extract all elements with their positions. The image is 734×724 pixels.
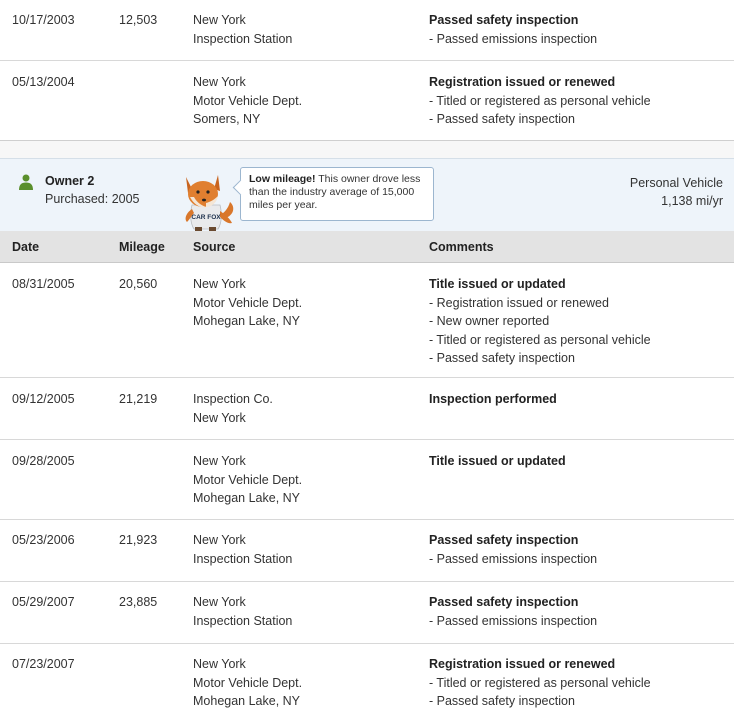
record-comments: Inspection performed bbox=[429, 390, 557, 409]
record-date: 05/23/2006 bbox=[12, 533, 75, 547]
record-date: 05/13/2004 bbox=[12, 75, 75, 89]
comment-item: - Passed safety inspection bbox=[429, 112, 575, 126]
comment-item: - Passed emissions inspection bbox=[429, 551, 598, 566]
record-date: 10/17/2003 bbox=[12, 13, 75, 27]
record-date: 08/31/2005 bbox=[12, 277, 75, 291]
record-mileage: 21,219 bbox=[119, 392, 158, 406]
table-row: 05/29/2007 23,885 New York Inspection St… bbox=[0, 582, 734, 644]
source-line: Motor Vehicle Dept. bbox=[193, 295, 303, 310]
vehicle-type: Personal Vehicle bbox=[629, 176, 723, 190]
record-source: New York Motor Vehicle Dept. Mohegan Lak… bbox=[193, 452, 302, 508]
source-line: New York bbox=[193, 277, 246, 291]
mascot-shirt-text: CAR FOX bbox=[191, 214, 221, 221]
header-source: Source bbox=[193, 240, 236, 254]
section-gap bbox=[0, 141, 734, 158]
table-row: 05/23/2006 21,923 New York Inspection St… bbox=[0, 520, 734, 582]
source-line: New York bbox=[193, 454, 246, 468]
record-comments: Title issued or updated bbox=[429, 452, 566, 471]
table-row: 09/28/2005 New York Motor Vehicle Dept. … bbox=[0, 440, 734, 520]
record-source: New York Inspection Station bbox=[193, 11, 292, 48]
prior-owner-records: 10/17/2003 12,503 New York Inspection St… bbox=[0, 0, 734, 141]
comment-item: - Passed safety inspection bbox=[429, 351, 575, 365]
source-line: Inspection Station bbox=[193, 31, 293, 46]
comment-title: Registration issued or renewed bbox=[429, 657, 616, 671]
record-comments: Title issued or updated - Registration i… bbox=[429, 275, 651, 368]
comment-title: Inspection performed bbox=[429, 392, 557, 406]
table-row: 09/12/2005 21,219 Inspection Co. New Yor… bbox=[0, 378, 734, 440]
comment-title: Registration issued or renewed bbox=[429, 75, 616, 89]
vehicle-usage: Personal Vehicle 1,138 mi/yr bbox=[630, 174, 723, 210]
record-mileage: 20,560 bbox=[119, 277, 158, 291]
table-header: Date Mileage Source Comments bbox=[0, 231, 734, 263]
comment-item: - Passed emissions inspection bbox=[429, 31, 598, 46]
source-line: New York bbox=[193, 410, 246, 425]
source-line: New York bbox=[193, 533, 246, 547]
record-comments: Passed safety inspection - Passed emissi… bbox=[429, 593, 597, 630]
record-mileage: 12,503 bbox=[119, 13, 158, 27]
table-row: 10/17/2003 12,503 New York Inspection St… bbox=[0, 0, 734, 61]
table-row: 08/31/2005 20,560 New York Motor Vehicle… bbox=[0, 263, 734, 378]
record-comments: Passed safety inspection - Passed emissi… bbox=[429, 11, 597, 48]
record-comments: Passed safety inspection - Passed emissi… bbox=[429, 531, 597, 568]
source-line: Motor Vehicle Dept. bbox=[193, 675, 303, 690]
source-line: Inspection Station bbox=[193, 613, 293, 628]
comment-item: - Titled or registered as personal vehic… bbox=[429, 93, 651, 108]
table-row: 05/13/2004 New York Motor Vehicle Dept. … bbox=[0, 61, 734, 140]
source-line: Inspection Station bbox=[193, 551, 293, 566]
record-mileage: 23,885 bbox=[119, 595, 158, 609]
record-source: New York Inspection Station bbox=[193, 531, 292, 568]
carfox-mascot-icon: CAR FOX bbox=[185, 175, 234, 231]
header-date: Date bbox=[12, 240, 40, 254]
source-line: Mohegan Lake, NY bbox=[193, 314, 301, 328]
source-line: New York bbox=[193, 657, 246, 671]
owner-name: Owner 2 bbox=[45, 174, 95, 188]
record-comments: Registration issued or renewed - Titled … bbox=[429, 655, 651, 711]
tooltip-bold-text: Low mileage! bbox=[249, 173, 316, 185]
record-mileage: 21,923 bbox=[119, 533, 158, 547]
comment-item: - Titled or registered as personal vehic… bbox=[429, 332, 651, 347]
source-line: Motor Vehicle Dept. bbox=[193, 472, 303, 487]
record-source: New York Motor Vehicle Dept. Mohegan Lak… bbox=[193, 655, 302, 711]
comment-item: - Titled or registered as personal vehic… bbox=[429, 675, 651, 690]
owner-records-table: 08/31/2005 20,560 New York Motor Vehicle… bbox=[0, 263, 734, 724]
record-source: New York Motor Vehicle Dept. Mohegan Lak… bbox=[193, 275, 302, 331]
header-mileage: Mileage bbox=[119, 240, 165, 254]
header-comments: Comments bbox=[429, 240, 494, 254]
record-date: 09/12/2005 bbox=[12, 392, 75, 406]
comment-item: - Registration issued or renewed bbox=[429, 295, 609, 310]
record-source: New York Inspection Station bbox=[193, 593, 292, 630]
source-line: New York bbox=[193, 13, 246, 27]
comment-item: - Passed emissions inspection bbox=[429, 613, 598, 628]
record-source: New York Motor Vehicle Dept. Somers, NY bbox=[193, 73, 302, 129]
comment-item: - Passed safety inspection bbox=[429, 694, 575, 708]
record-source: Inspection Co. New York bbox=[193, 390, 273, 427]
comment-title: Title issued or updated bbox=[429, 277, 566, 291]
comment-item: - New owner reported bbox=[429, 314, 550, 328]
miles-per-year: 1,138 mi/yr bbox=[661, 194, 723, 208]
source-line: New York bbox=[193, 595, 246, 609]
record-date: 07/23/2007 bbox=[12, 657, 75, 671]
record-comments: Registration issued or renewed - Titled … bbox=[429, 73, 651, 129]
table-row: 07/23/2007 New York Motor Vehicle Dept. … bbox=[0, 644, 734, 724]
record-date: 05/29/2007 bbox=[12, 595, 75, 609]
comment-title: Title issued or updated bbox=[429, 454, 566, 468]
owner-header: Owner 2 Purchased: 2005 CAR FOX Low mile… bbox=[0, 158, 734, 231]
record-date: 09/28/2005 bbox=[12, 454, 75, 468]
person-icon bbox=[19, 174, 33, 190]
source-line: New York bbox=[193, 75, 246, 89]
comment-title: Passed safety inspection bbox=[429, 533, 579, 547]
source-line: Motor Vehicle Dept. bbox=[193, 93, 303, 108]
source-line: Inspection Co. bbox=[193, 392, 273, 406]
owner-purchased: Purchased: 2005 bbox=[45, 192, 140, 206]
source-line: Mohegan Lake, NY bbox=[193, 694, 301, 708]
source-line: Somers, NY bbox=[193, 112, 261, 126]
comment-title: Passed safety inspection bbox=[429, 595, 579, 609]
comment-title: Passed safety inspection bbox=[429, 13, 579, 27]
source-line: Mohegan Lake, NY bbox=[193, 491, 301, 505]
low-mileage-tooltip: Low mileage! This owner drove less than … bbox=[232, 167, 434, 221]
